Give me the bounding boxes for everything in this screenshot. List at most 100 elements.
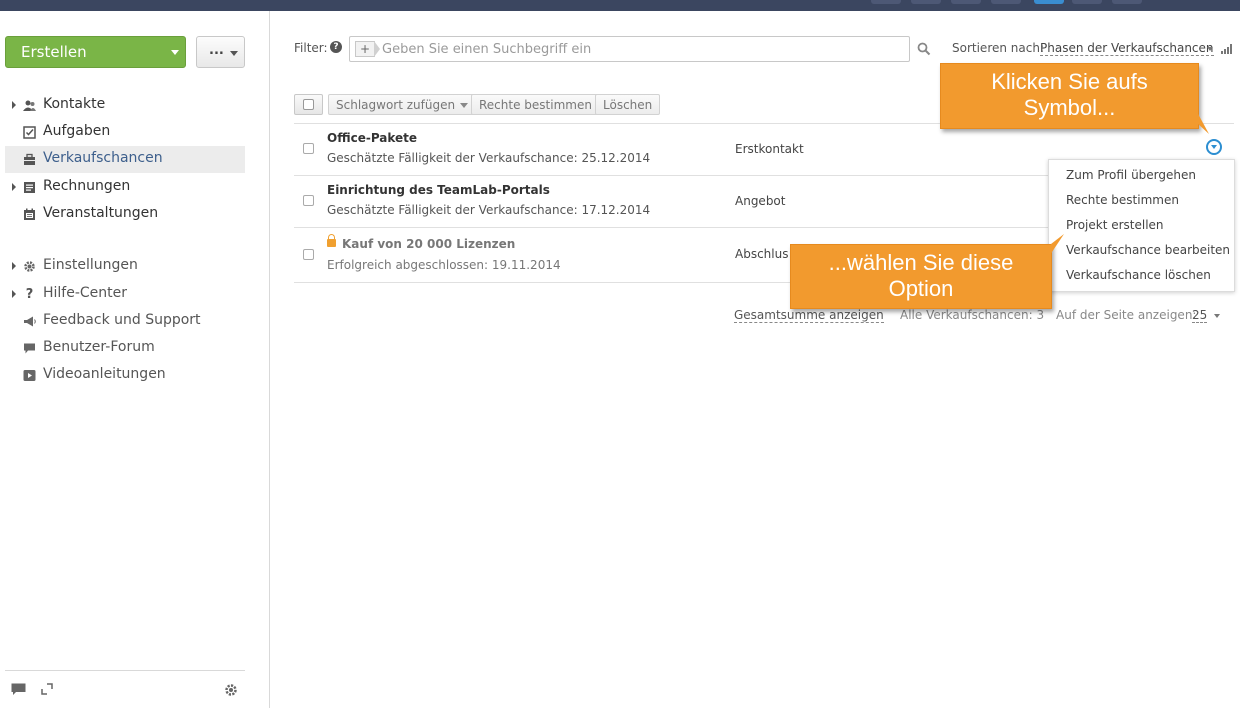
per-page-label: Auf der Seite anzeigen: bbox=[1056, 308, 1197, 322]
callout-pointer bbox=[1048, 234, 1064, 258]
gear-icon bbox=[23, 260, 36, 273]
opportunity-title[interactable]: Einrichtung des TeamLab-Portals bbox=[327, 183, 550, 197]
sidebar-item-label: Veranstaltungen bbox=[43, 205, 159, 221]
topbar-button[interactable] bbox=[1112, 0, 1142, 4]
menu-item-create-project[interactable]: Projekt erstellen bbox=[1066, 218, 1164, 232]
topbar-button[interactable] bbox=[871, 0, 901, 4]
sidebar-item-aufgaben[interactable]: Aufgaben bbox=[5, 119, 245, 146]
sidebar-item-hilfe-center[interactable]: ? Hilfe-Center bbox=[5, 281, 245, 308]
opportunity-title[interactable]: Kauf von 20 000 Lizenzen bbox=[327, 234, 516, 251]
row-checkbox[interactable] bbox=[303, 143, 314, 154]
lock-icon bbox=[327, 234, 336, 247]
video-icon bbox=[23, 369, 36, 382]
tasks-icon bbox=[23, 126, 36, 139]
menu-item-set-rights[interactable]: Rechte bestimmen bbox=[1066, 193, 1179, 207]
gear-icon[interactable] bbox=[224, 683, 238, 701]
row-checkbox[interactable] bbox=[303, 195, 314, 206]
contacts-icon bbox=[23, 99, 36, 112]
opportunities-icon bbox=[23, 153, 36, 166]
filter-label: Filter: bbox=[294, 41, 328, 55]
tutorial-callout-bottom: ...wählen Sie diese Option bbox=[790, 244, 1052, 309]
sidebar-item-verkaufschancen[interactable]: Verkaufschancen bbox=[5, 146, 245, 173]
sidebar-item-einstellungen[interactable]: Einstellungen bbox=[5, 253, 245, 280]
sort-label: Sortieren nach: bbox=[952, 41, 1044, 55]
topbar-button[interactable] bbox=[991, 0, 1021, 4]
delete-label: Löschen bbox=[603, 98, 653, 112]
row-actions-icon[interactable] bbox=[1206, 139, 1222, 155]
opportunity-title-text: Kauf von 20 000 Lizenzen bbox=[342, 237, 516, 251]
sidebar-item-kontakte[interactable]: Kontakte bbox=[5, 92, 245, 119]
more-button[interactable]: ... bbox=[196, 36, 245, 68]
expand-icon[interactable] bbox=[41, 683, 53, 699]
sidebar-item-feedback[interactable]: Feedback und Support bbox=[5, 308, 245, 335]
set-rights-label: Rechte bestimmen bbox=[479, 98, 592, 112]
search-input[interactable] bbox=[382, 40, 902, 58]
sort-select[interactable]: Phasen der Verkaufschancen bbox=[1040, 41, 1214, 56]
add-tag-button[interactable]: Schlagwort zufügen bbox=[328, 94, 477, 115]
add-filter-arrow bbox=[374, 41, 380, 57]
callout-line: Symbol... bbox=[1023, 95, 1116, 120]
more-button-label: ... bbox=[209, 43, 224, 58]
callout-line: Klicken Sie aufs bbox=[991, 69, 1148, 94]
megaphone-icon bbox=[23, 315, 36, 328]
opportunity-title[interactable]: Office-Pakete bbox=[327, 131, 417, 145]
row-checkbox[interactable] bbox=[303, 249, 314, 260]
chat-icon[interactable] bbox=[11, 683, 26, 700]
topbar-button[interactable] bbox=[911, 0, 941, 4]
create-button-label: Erstellen bbox=[21, 43, 87, 61]
search-field[interactable]: + bbox=[349, 36, 910, 62]
sidebar-item-videos[interactable]: Videoanleitungen bbox=[5, 362, 245, 389]
opportunity-stage: Erstkontakt bbox=[735, 142, 804, 156]
chevron-down-icon bbox=[460, 103, 469, 108]
sidebar-item-label: Feedback und Support bbox=[43, 312, 201, 328]
set-rights-button[interactable]: Rechte bestimmen bbox=[471, 94, 600, 115]
show-total-link[interactable]: Gesamtsumme anzeigen bbox=[734, 308, 884, 323]
expand-arrow-icon[interactable] bbox=[12, 101, 16, 109]
opportunity-stage: Abschlus bbox=[735, 247, 789, 261]
sidebar-item-label: Rechnungen bbox=[43, 178, 131, 194]
select-all-checkbox[interactable] bbox=[294, 94, 323, 115]
opportunity-subtitle: Geschätzte Fälligkeit der Verkaufschance… bbox=[327, 203, 651, 217]
topbar-button[interactable] bbox=[1072, 0, 1102, 4]
sidebar-footer bbox=[5, 670, 245, 709]
invoices-icon bbox=[23, 181, 36, 194]
chevron-down-icon bbox=[1211, 145, 1217, 149]
per-page-select[interactable]: 25 bbox=[1192, 308, 1208, 323]
topbar-button[interactable] bbox=[1034, 0, 1064, 4]
chevron-down-icon[interactable] bbox=[1207, 47, 1213, 51]
sidebar: Erstellen ... Kontakte Aufgaben Verkaufs… bbox=[0, 11, 270, 708]
sidebar-item-forum[interactable]: Benutzer-Forum bbox=[5, 335, 245, 362]
sidebar-item-label: Kontakte bbox=[43, 96, 106, 112]
sidebar-item-rechnungen[interactable]: Rechnungen bbox=[5, 174, 245, 201]
chevron-down-icon[interactable] bbox=[1214, 314, 1220, 318]
sidebar-item-label: Aufgaben bbox=[43, 123, 111, 139]
add-filter-button[interactable]: + bbox=[355, 41, 375, 57]
tutorial-callout-top: Klicken Sie aufs Symbol... bbox=[940, 63, 1199, 129]
help-icon[interactable]: ? bbox=[330, 41, 342, 53]
expand-arrow-icon[interactable] bbox=[12, 183, 16, 191]
callout-line: ...wählen Sie diese bbox=[828, 250, 1014, 275]
chevron-down-icon[interactable] bbox=[171, 50, 179, 55]
sidebar-item-veranstaltungen[interactable]: Veranstaltungen bbox=[5, 201, 245, 228]
expand-arrow-icon[interactable] bbox=[12, 290, 16, 298]
sidebar-item-label: Videoanleitungen bbox=[43, 366, 166, 382]
top-bar bbox=[0, 0, 1240, 11]
menu-item-edit-opportunity[interactable]: Verkaufschance bearbeiten bbox=[1066, 243, 1230, 257]
menu-item-open-profile[interactable]: Zum Profil übergehen bbox=[1066, 168, 1196, 182]
callout-line: Option bbox=[888, 276, 954, 301]
sidebar-item-label: Einstellungen bbox=[43, 257, 138, 273]
opportunity-subtitle: Geschätzte Fälligkeit der Verkaufschance… bbox=[327, 151, 651, 165]
sidebar-item-label: Hilfe-Center bbox=[43, 285, 128, 301]
sort-order-icon[interactable] bbox=[1221, 44, 1233, 54]
create-button[interactable]: Erstellen bbox=[5, 36, 186, 68]
search-icon[interactable] bbox=[917, 41, 931, 56]
chevron-down-icon bbox=[230, 51, 238, 56]
expand-arrow-icon[interactable] bbox=[12, 262, 16, 270]
row-actions-menu: Zum Profil übergehen Rechte bestimmen Pr… bbox=[1048, 159, 1235, 292]
topbar-button[interactable] bbox=[951, 0, 981, 4]
menu-item-delete-opportunity[interactable]: Verkaufschance löschen bbox=[1066, 268, 1211, 282]
delete-button[interactable]: Löschen bbox=[595, 94, 661, 115]
sidebar-item-label: Verkaufschancen bbox=[43, 150, 163, 166]
opportunity-stage: Angebot bbox=[735, 194, 786, 208]
opportunity-subtitle: Erfolgreich abgeschlossen: 19.11.2014 bbox=[327, 258, 561, 272]
